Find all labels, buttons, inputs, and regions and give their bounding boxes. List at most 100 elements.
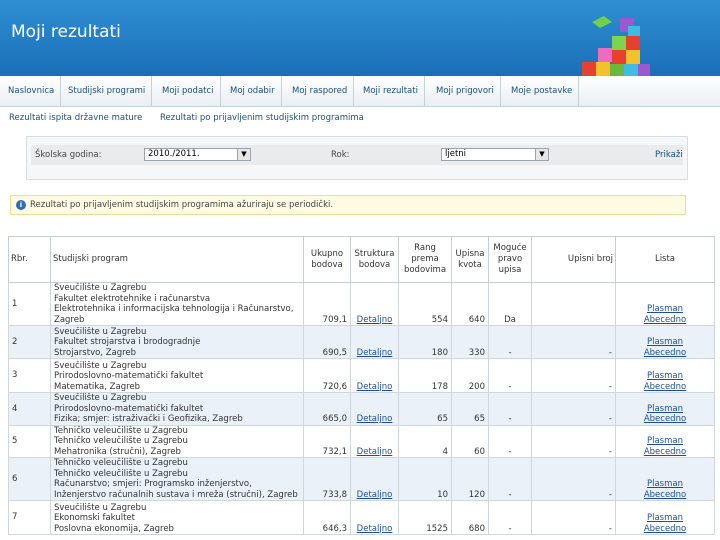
cell-moguce: -	[488, 358, 532, 393]
nav-moji-rezultati[interactable]: Moji rezultati	[357, 76, 425, 106]
cell-kvota: 330	[451, 325, 489, 359]
cell-moguce: -	[488, 500, 532, 535]
show-button[interactable]: Prikaži	[655, 145, 683, 165]
abecedno-link[interactable]: Abecedno	[644, 315, 686, 325]
colored-cubes-logo	[582, 16, 650, 78]
filter-row: Školska godina: 2010./2011. ▼ Rok: ljetn…	[31, 145, 683, 165]
cell-rbr: 6	[8, 457, 51, 501]
cell-kvota: 640	[451, 282, 489, 326]
cell-rbr: 3	[8, 358, 51, 393]
cell-program: Sveučilište u Zagrebu Prirodoslovno-matem…	[50, 392, 304, 426]
col-struktura: Struktura bodova	[350, 236, 399, 283]
cell-kvota: 200	[451, 358, 489, 393]
cell-rang: 180	[398, 325, 452, 359]
program-line: Elektrotehnika i informacijska tehnologi…	[54, 304, 294, 314]
program-line: Sveučilište u Zagrebu	[54, 283, 147, 293]
plasman-link[interactable]: Plasman	[647, 404, 683, 414]
program-line: Prirodoslovno-matematički fakultet	[54, 371, 204, 381]
info-icon: i	[16, 200, 26, 210]
cell-upisni: -	[531, 392, 616, 426]
cell-lista: Plasman Abecedno	[615, 282, 715, 326]
cell-rang: 178	[398, 358, 452, 393]
program-line: Ekonomski fakultet	[54, 513, 135, 523]
detaljno-link[interactable]: Detaljno	[357, 490, 393, 500]
term-label: Rok:	[331, 150, 350, 160]
cell-program: Tehničko veleučilište u Zagrebu Tehničko …	[50, 424, 304, 458]
plasman-link[interactable]: Plasman	[647, 304, 683, 314]
cell-program: Sveučilište u Zagrebu Prirodoslovno-matem…	[50, 358, 304, 393]
cell-ukupno: 690,5	[303, 325, 351, 359]
cell-upisni: -	[531, 358, 616, 393]
cell-moguce: -	[488, 424, 532, 458]
nav-studijski-programi[interactable]: Studijski programi	[62, 76, 153, 106]
cell-program: Sveučilište u Zagrebu Fakultet strojarstv…	[50, 325, 304, 359]
cell-kvota: 60	[451, 424, 489, 458]
program-line: Matematika, Zagreb	[54, 381, 141, 392]
page-title: Moji rezultati	[11, 22, 121, 42]
detaljno-link[interactable]: Detaljno	[357, 524, 393, 534]
program-line: Fakultet strojarstva i brodogradnje	[54, 337, 201, 347]
cell-moguce: -	[488, 457, 532, 501]
tab-rezultati-programi[interactable]: Rezultati po prijavljenim studijskim pro…	[160, 113, 364, 123]
nav-moji-podatci[interactable]: Moji podatci	[156, 76, 221, 106]
detaljno-link[interactable]: Detaljno	[357, 382, 393, 392]
chevron-down-icon[interactable]: ▼	[237, 149, 250, 160]
year-select-value: 2010./2011.	[148, 149, 200, 159]
nav-moj-raspored[interactable]: Moj raspored	[286, 76, 355, 106]
filter-panel: Školska godina: 2010./2011. ▼ Rok: ljetn…	[26, 136, 688, 180]
cell-lista: Plasman Abecedno	[615, 325, 715, 359]
results-table: Rbr. Studijski program Ukupno bodova Str…	[8, 236, 715, 535]
term-select-value: ljetni	[445, 149, 467, 159]
cell-upisni: -	[531, 325, 616, 359]
detaljno-link[interactable]: Detaljno	[357, 315, 393, 325]
table-row: 3 Sveučilište u Zagrebu Prirodoslovno-mate…	[8, 358, 715, 393]
col-ukupno: Ukupno bodova	[303, 236, 351, 283]
plasman-link[interactable]: Plasman	[647, 337, 683, 347]
abecedno-link[interactable]: Abecedno	[644, 414, 686, 424]
term-select[interactable]: ljetni ▼	[441, 148, 549, 161]
program-line: Mehatronika (stručni), Zagreb	[54, 446, 181, 457]
cell-rang: 554	[398, 282, 452, 326]
plasman-link[interactable]: Plasman	[647, 513, 683, 523]
program-line: Zagreb	[54, 314, 85, 325]
cell-rang: 1525	[398, 500, 452, 535]
nav-moje-postavke[interactable]: Moje postavke	[505, 76, 580, 106]
plasman-link[interactable]: Plasman	[647, 436, 683, 446]
detaljno-link[interactable]: Detaljno	[357, 414, 393, 424]
abecedno-link[interactable]: Abecedno	[644, 524, 686, 534]
chevron-down-icon[interactable]: ▼	[535, 149, 548, 160]
program-line: Tehničko veleučilište u Zagrebu	[54, 468, 188, 479]
table-row: 6 Tehničko veleučilište u Zagrebu Tehničko…	[8, 457, 715, 501]
table-row: 7 Sveučilište u Zagrebu Ekonomski fakultet…	[8, 500, 715, 535]
cell-lista: Plasman Abecedno	[615, 358, 715, 393]
main-nav: Naslovnica Studijski programi Moji podat…	[0, 76, 720, 107]
program-line: Tehničko veleučilište u Zagrebu	[54, 425, 188, 436]
detaljno-link[interactable]: Detaljno	[357, 447, 393, 457]
cell-moguce: Da	[488, 282, 532, 326]
program-line: Prirodoslovno-matematički fakultet	[54, 403, 204, 414]
cell-lista: Plasman Abecedno	[615, 392, 715, 426]
plasman-link[interactable]: Plasman	[647, 479, 683, 489]
cell-upisni	[531, 282, 616, 326]
nav-moj-odabir[interactable]: Moj odabir	[224, 76, 282, 106]
cell-rang: 65	[398, 392, 452, 426]
cell-moguce: -	[488, 392, 532, 426]
year-select[interactable]: 2010./2011. ▼	[144, 148, 251, 161]
detaljno-link[interactable]: Detaljno	[357, 348, 393, 358]
program-line: Sveučilište u Zagrebu	[54, 360, 147, 371]
nav-naslovnica[interactable]: Naslovnica	[2, 76, 62, 106]
abecedno-link[interactable]: Abecedno	[644, 348, 686, 358]
cell-moguce: -	[488, 325, 532, 359]
cell-kvota: 65	[451, 392, 489, 426]
cell-rang: 4	[398, 424, 452, 458]
abecedno-link[interactable]: Abecedno	[644, 382, 686, 392]
cell-ukupno: 665,0	[303, 392, 351, 426]
cell-upisni: -	[531, 424, 616, 458]
program-line: Tehničko veleučilište u Zagrebu	[54, 436, 188, 446]
abecedno-link[interactable]: Abecedno	[644, 490, 686, 500]
tab-rezultati-mature[interactable]: Rezultati ispita državne mature	[9, 113, 142, 123]
program-line: Poslovna ekonomija, Zagreb	[54, 523, 174, 534]
abecedno-link[interactable]: Abecedno	[644, 447, 686, 457]
plasman-link[interactable]: Plasman	[647, 371, 683, 381]
nav-moji-prigovori[interactable]: Moji prigovori	[430, 76, 501, 106]
